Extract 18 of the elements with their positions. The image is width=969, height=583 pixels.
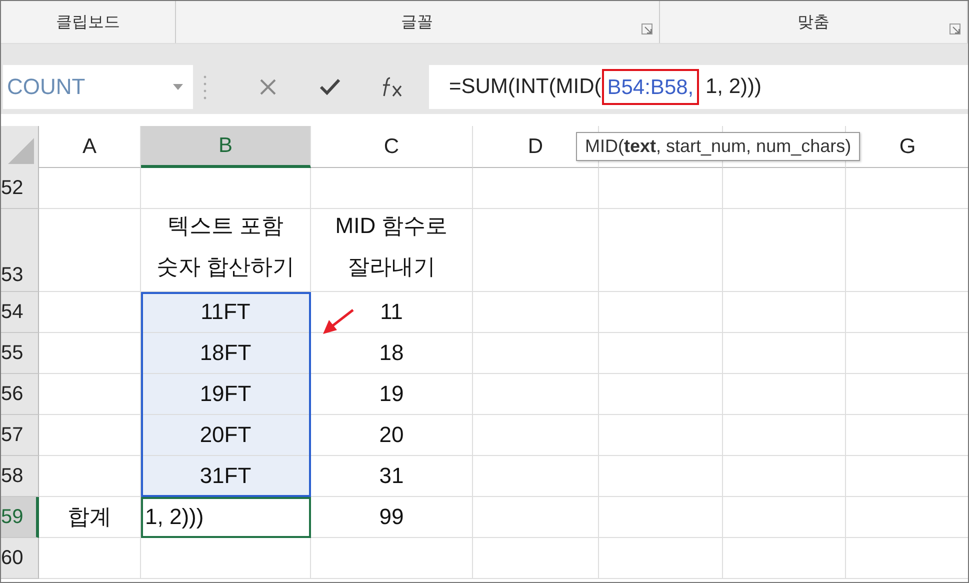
- table-cell: 19FT: [141, 374, 311, 415]
- ribbon-group-label: 클립보드: [56, 12, 120, 32]
- table-cell: 31: [311, 456, 473, 497]
- table-cell: 20FT: [141, 415, 311, 456]
- function-tooltip: MID(text, start_num, num_chars): [576, 132, 860, 161]
- table-cell: 20: [311, 415, 473, 456]
- table-cell: 99: [311, 497, 473, 538]
- table-cell: 11FT: [141, 292, 311, 333]
- table-cell: 18: [311, 333, 473, 374]
- table-cell: 31FT: [141, 456, 311, 497]
- table-cell: 합계: [39, 497, 141, 538]
- ribbon-group-label: 글꼴: [401, 12, 434, 32]
- table-cell: 1, 2))): [141, 497, 311, 538]
- table-cell: 18FT: [141, 333, 311, 374]
- table-cell: 텍스트 포함 숫자 합산하기: [141, 209, 311, 292]
- ribbon-group-label: 맞춤: [797, 12, 830, 32]
- table-cell: 19: [311, 374, 473, 415]
- table-cell: MID 함수로 잘라내기: [311, 209, 473, 292]
